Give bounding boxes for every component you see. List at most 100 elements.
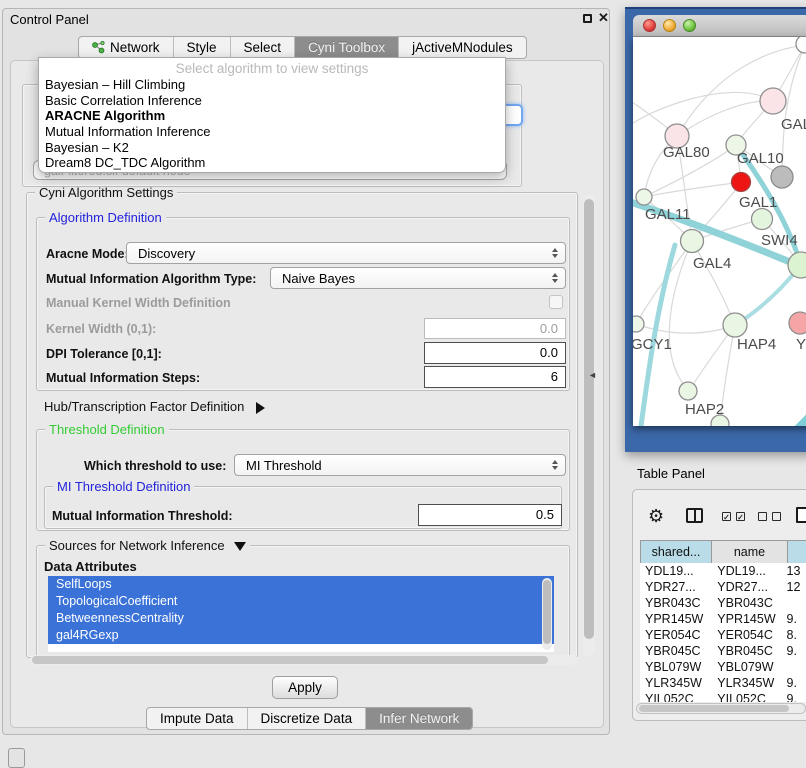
node-red-selected[interactable] <box>732 173 751 192</box>
tab-network[interactable]: Network <box>79 37 174 58</box>
node-gal4[interactable] <box>681 230 704 253</box>
node-hap4[interactable] <box>723 313 747 337</box>
table-horizontal-scrollbar[interactable] <box>636 703 806 714</box>
mi-threshold-field[interactable]: 0.5 <box>418 504 562 526</box>
apply-button[interactable]: Apply <box>272 676 338 699</box>
table-row[interactable]: YBR045C YBR045C 9. <box>640 643 806 659</box>
algorithm-option[interactable]: Dream8 DC_TDC Algorithm <box>39 155 505 171</box>
hub-definition-section[interactable]: Hub/Transcription Factor Definition <box>44 399 265 414</box>
node-gal11[interactable] <box>636 189 652 205</box>
tab-impute-data[interactable]: Impute Data <box>147 708 248 729</box>
node-unlabeled[interactable] <box>796 37 806 53</box>
data-attributes-list[interactable]: SelfLoops TopologicalCoefficient Between… <box>48 576 554 652</box>
document-icon[interactable] <box>796 507 806 523</box>
cell-shared-name: YDR27... <box>640 579 713 595</box>
dpi-tolerance-label: DPI Tolerance [0,1]: <box>46 347 162 361</box>
table-body[interactable]: YDL19... YDL19... 13 YDR27... YDR27... 1… <box>640 563 806 702</box>
attributes-list-scrollbar[interactable] <box>542 578 552 650</box>
minimize-traffic-light-icon[interactable] <box>663 19 676 32</box>
column-header-partial[interactable]: A <box>787 540 806 564</box>
node-gal-partial[interactable] <box>760 88 786 114</box>
table-row[interactable]: YDR27... YDR27... 12 <box>640 579 806 595</box>
which-threshold-combobox[interactable]: MI Threshold <box>234 454 566 476</box>
node-gray[interactable] <box>771 166 793 188</box>
table-row[interactable]: YBR043C YBR043C <box>640 595 806 611</box>
cell-value: 9. <box>787 611 806 627</box>
attribute-item-selected[interactable]: BetweennessCentrality <box>48 610 554 627</box>
settings-horizontal-scrollbar[interactable] <box>30 655 578 665</box>
zoom-traffic-light-icon[interactable] <box>683 19 696 32</box>
table-row[interactable]: YIL052C YIL052C 9. <box>640 691 806 702</box>
tab-network-label: Network <box>110 40 160 55</box>
attribute-item-selected[interactable]: TopologicalCoefficient <box>48 593 554 610</box>
attribute-item-selected[interactable]: gal4RGexp <box>48 627 554 644</box>
float-window-icon[interactable] <box>583 14 592 23</box>
manual-kernel-label: Manual Kernel Width Definition <box>46 296 231 310</box>
attribute-item-selected[interactable]: SelfLoops <box>48 576 554 593</box>
cell-shared-name: YPR145W <box>640 611 713 627</box>
tab-select[interactable]: Select <box>231 37 296 58</box>
algorithm-option[interactable]: Bayesian – Hill Climbing <box>39 77 505 93</box>
algorithm-option-selected[interactable]: ARACNE Algorithm <box>39 108 505 124</box>
close-icon[interactable]: ✕ <box>598 10 609 26</box>
algorithm-dropdown-popup: Select algorithm to view settings Bayesi… <box>38 57 506 173</box>
deselect-all-checkbox-icon[interactable] <box>772 512 781 521</box>
cell-value: 9. <box>787 691 806 702</box>
table-panel-title: Table Panel <box>637 466 705 481</box>
table-row[interactable]: YLR345W YLR345W 9. <box>640 675 806 691</box>
tab-infer-network[interactable]: Infer Network <box>366 708 472 729</box>
cell-name: YBR045C <box>713 643 786 659</box>
algorithm-option[interactable]: Bayesian – K2 <box>39 140 505 156</box>
table-header: shared... name A <box>640 540 806 564</box>
table-row[interactable]: YBL079W YBL079W <box>640 659 806 675</box>
select-all-checkbox-icon[interactable]: ✓ <box>722 512 731 521</box>
table-row[interactable]: YER054C YER054C 8. <box>640 627 806 643</box>
cell-name: YIL052C <box>713 691 786 702</box>
deselect-all-checkbox-icon[interactable] <box>758 512 767 521</box>
node-label: HAP2 <box>685 401 724 418</box>
tab-style[interactable]: Style <box>174 37 231 58</box>
node-right-green[interactable] <box>788 252 806 278</box>
node-gal1[interactable] <box>752 209 773 230</box>
gear-icon[interactable]: ⚙ <box>648 506 664 527</box>
aracne-mode-label: Aracne Mode: <box>46 247 129 261</box>
cell-name: YLR345W <box>713 675 786 691</box>
node-gcy1[interactable] <box>633 316 644 332</box>
tab-jactivemnodules[interactable]: jActiveMNodules <box>399 37 526 58</box>
select-all-checkbox-icon[interactable]: ✓ <box>736 512 745 521</box>
node-hap2[interactable] <box>679 382 697 400</box>
split-columns-icon[interactable] <box>686 508 703 523</box>
control-panel-tabbar: Network Style Select Cyni Toolbox jActiv… <box>78 36 527 59</box>
node-y-partial[interactable] <box>789 312 806 334</box>
tab-impute-data-label: Impute Data <box>160 711 234 726</box>
close-traffic-light-icon[interactable] <box>643 19 656 32</box>
aracne-mode-combobox[interactable]: Discovery <box>126 242 566 264</box>
algorithm-option[interactable]: Mutual Information Inference <box>39 124 505 140</box>
tab-cyni-toolbox[interactable]: Cyni Toolbox <box>295 37 399 58</box>
manual-kernel-checkbox[interactable] <box>549 295 563 309</box>
algorithm-option[interactable]: Basic Correlation Inference <box>39 93 505 109</box>
mi-steps-field[interactable]: 6 <box>424 366 566 388</box>
cell-name: YER054C <box>713 627 786 643</box>
column-header-shared-name[interactable]: shared... <box>640 540 711 564</box>
mi-type-combobox[interactable]: Naive Bayes <box>270 267 566 289</box>
dpi-tolerance-field[interactable]: 0.0 <box>424 342 566 364</box>
kernel-width-field[interactable]: 0.0 <box>424 318 566 339</box>
network-canvas[interactable]: GAL GAL80 GAL10 GAL11 GAL1 SWI4 GAL4 GCY… <box>633 37 806 426</box>
node-label: GAL1 <box>739 194 777 211</box>
cell-shared-name: YBR045C <box>640 643 713 659</box>
settings-group-title: Cyni Algorithm Settings <box>35 185 177 200</box>
tab-infer-network-label: Infer Network <box>379 711 459 726</box>
tab-discretize-data[interactable]: Discretize Data <box>248 708 367 729</box>
table-row[interactable]: YPR145W YPR145W 9. <box>640 611 806 627</box>
cell-shared-name: YER054C <box>640 627 713 643</box>
node-label: GAL4 <box>693 255 731 272</box>
cell-value: 13 <box>787 563 806 579</box>
panel-corner-button[interactable] <box>8 748 25 768</box>
table-row[interactable]: YDL19... YDL19... 13 <box>640 563 806 579</box>
node-label: SWI4 <box>761 232 798 249</box>
settings-vertical-scrollbar[interactable] <box>583 194 595 656</box>
column-header-name[interactable]: name <box>711 540 787 564</box>
sources-group-title[interactable]: Sources for Network Inference <box>45 538 250 553</box>
network-window-titlebar[interactable] <box>633 15 806 37</box>
